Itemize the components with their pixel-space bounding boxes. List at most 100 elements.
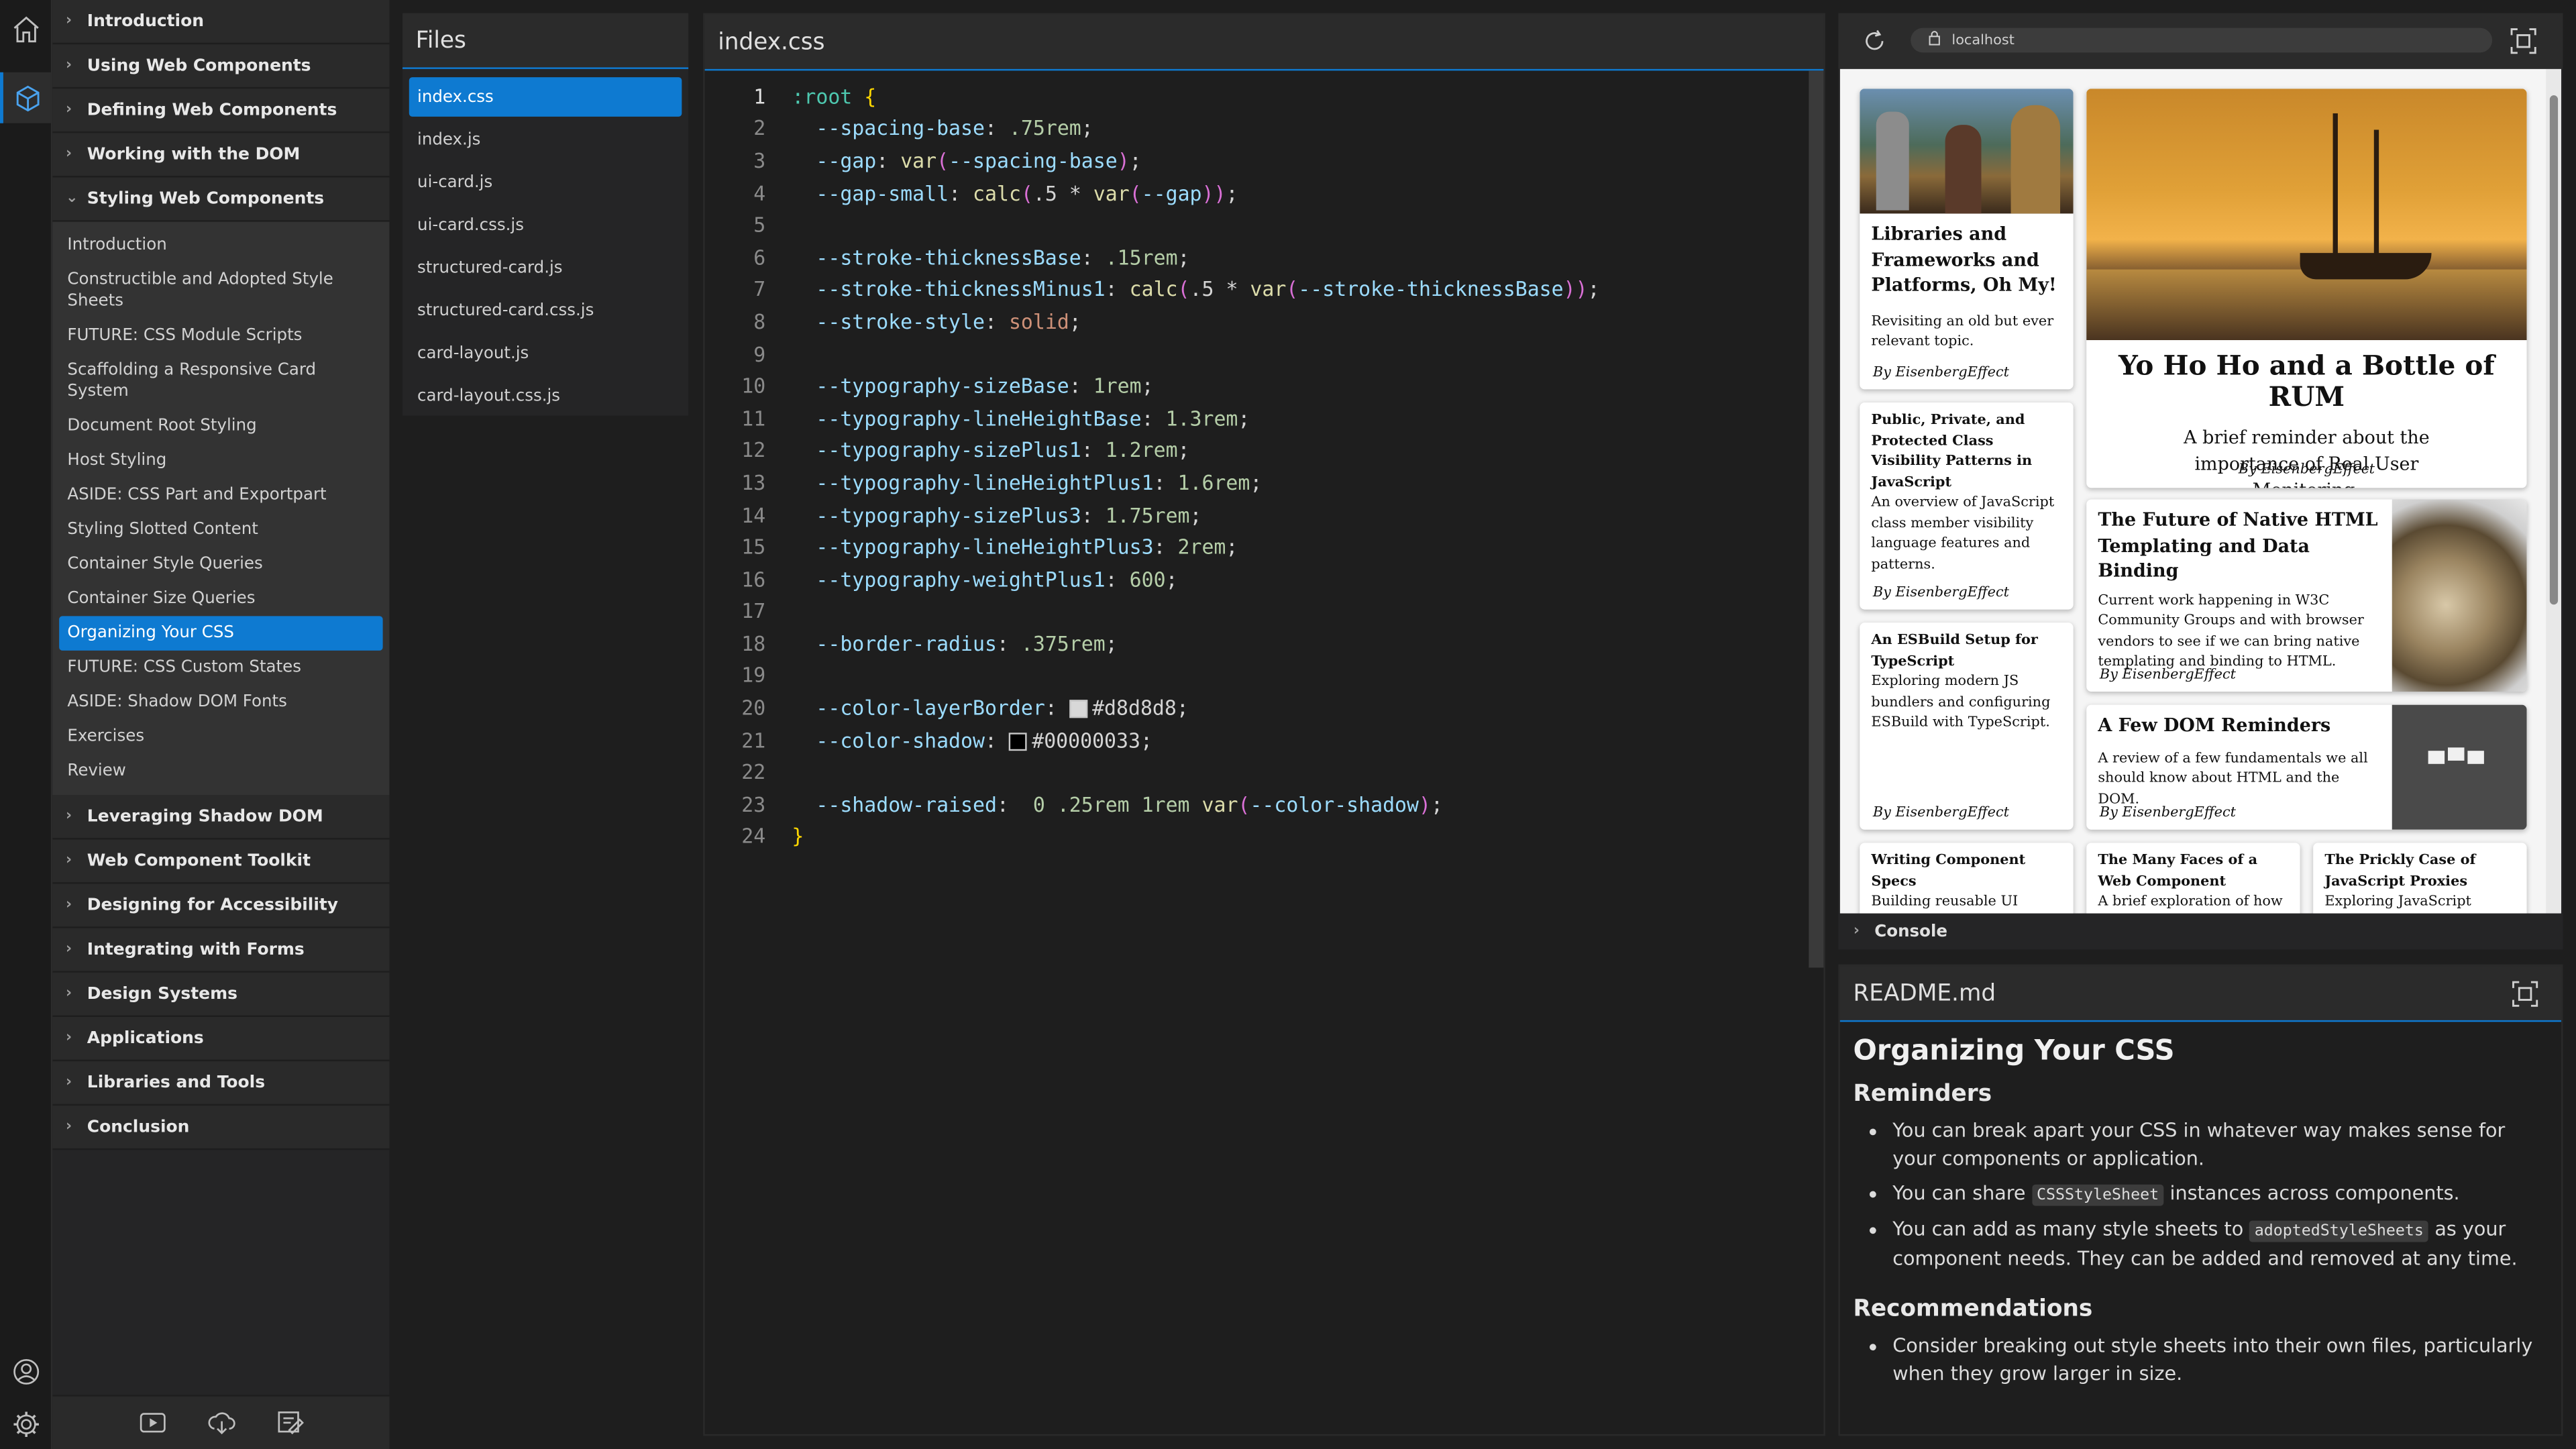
file-item[interactable]: structured-card.css.js bbox=[409, 290, 682, 330]
toc-subitem[interactable]: ASIDE: Shadow DOM Fonts bbox=[59, 685, 382, 719]
url-input[interactable]: localhost bbox=[1911, 28, 2493, 53]
editor-scrollbar[interactable] bbox=[1809, 70, 1824, 968]
toc-subitem[interactable]: Document Root Styling bbox=[59, 409, 382, 443]
toc-section[interactable]: › Conclusion bbox=[52, 1106, 390, 1150]
toc-section[interactable]: ⌄ Styling Web Components bbox=[52, 177, 390, 222]
console-toggle[interactable]: › Console bbox=[1838, 913, 2563, 950]
code-line[interactable]: 16 --typography-weightPlus1: 600; bbox=[705, 564, 1806, 596]
article-card[interactable]: An ESBuild Setup for TypeScript Explorin… bbox=[1860, 623, 2074, 830]
article-card[interactable]: Public, Private, and Protected Class Vis… bbox=[1860, 402, 2074, 610]
chevron-right-icon: › bbox=[65, 1030, 72, 1047]
file-item[interactable]: ui-card.css.js bbox=[409, 205, 682, 245]
fullscreen-icon[interactable] bbox=[2509, 26, 2538, 62]
toc-subitem[interactable]: Review bbox=[59, 754, 382, 788]
code-line[interactable]: 4 --gap-small: calc(.5 * var(--gap)); bbox=[705, 177, 1806, 209]
code-line[interactable]: 21 --color-shadow: #00000033; bbox=[705, 724, 1806, 757]
code-line[interactable]: 22 bbox=[705, 757, 1806, 789]
code-line[interactable]: 2 --spacing-base: .75rem; bbox=[705, 113, 1806, 145]
code-line[interactable]: 9 bbox=[705, 338, 1806, 370]
code-line[interactable]: 19 bbox=[705, 660, 1806, 692]
file-item[interactable]: ui-card.js bbox=[409, 162, 682, 202]
toc-subitem[interactable]: Organizing Your CSS bbox=[59, 616, 383, 651]
toc-section[interactable]: › Using Web Components bbox=[52, 44, 390, 89]
line-number: 18 bbox=[741, 632, 766, 655]
toc-section[interactable]: › Working with the DOM bbox=[52, 133, 390, 178]
toc-section[interactable]: › Design Systems bbox=[52, 972, 390, 1017]
refresh-icon[interactable] bbox=[1862, 28, 1888, 61]
preview-scrollbar[interactable] bbox=[2546, 68, 2561, 914]
toc-subitem[interactable]: Container Style Queries bbox=[59, 547, 382, 582]
code-line[interactable]: 6 --stroke-thicknessBase: .15rem; bbox=[705, 241, 1806, 274]
code-line[interactable]: 5 bbox=[705, 209, 1806, 241]
cloud-download-icon[interactable] bbox=[205, 1406, 237, 1439]
code-line[interactable]: 23 --shadow-raised: 0 .25rem 1rem var(--… bbox=[705, 789, 1806, 821]
user-icon[interactable] bbox=[0, 1346, 51, 1397]
chevron-right-icon: › bbox=[65, 57, 72, 74]
article-card[interactable]: Writing Component Specs Building reusabl… bbox=[1860, 843, 2074, 914]
readme-content: Organizing Your CSS Reminders You can br… bbox=[1840, 1035, 2561, 1389]
code-line[interactable]: 18 --border-radius: .375rem; bbox=[705, 628, 1806, 660]
file-item[interactable]: index.css bbox=[409, 77, 682, 117]
file-item[interactable]: structured-card.js bbox=[409, 248, 682, 288]
cube-icon[interactable] bbox=[0, 72, 51, 123]
article-card[interactable]: The Future of Native HTML Templating and… bbox=[2086, 499, 2527, 692]
code-line[interactable]: 17 bbox=[705, 596, 1806, 628]
toc-section[interactable]: › Designing for Accessibility bbox=[52, 883, 390, 928]
code-line[interactable]: 12 --typography-sizePlus1: 1.2rem; bbox=[705, 435, 1806, 467]
preview-webpage[interactable]: Libraries and Frameworks and Platforms, … bbox=[1839, 68, 2546, 914]
toc-section[interactable]: › Leveraging Shadow DOM bbox=[52, 795, 390, 840]
toc-section[interactable]: › Applications bbox=[52, 1016, 390, 1062]
file-item[interactable]: card-layout.css.js bbox=[409, 376, 682, 416]
code-line[interactable]: 24} bbox=[705, 821, 1806, 853]
edit-note-icon[interactable] bbox=[274, 1406, 307, 1439]
url-text: localhost bbox=[1951, 32, 2015, 49]
pocket-watch-image bbox=[2392, 499, 2527, 692]
code-line[interactable]: 13 --typography-lineHeightPlus1: 1.6rem; bbox=[705, 467, 1806, 499]
article-card[interactable]: The Many Faces of a Web Component A brie… bbox=[2086, 843, 2300, 914]
card-byline: By EisenbergEffect bbox=[2099, 667, 2236, 684]
chevron-right-icon: › bbox=[65, 985, 72, 1002]
toc-section[interactable]: › Introduction bbox=[52, 0, 390, 45]
code-line[interactable]: 10 --typography-sizeBase: 1rem; bbox=[705, 370, 1806, 402]
gear-icon[interactable] bbox=[0, 1398, 51, 1449]
recommendations-heading: Recommendations bbox=[1853, 1296, 2093, 1323]
article-card[interactable]: A Few DOM Reminders A review of a few fu… bbox=[2086, 704, 2527, 830]
toc-section[interactable]: › Defining Web Components bbox=[52, 89, 390, 133]
code-line[interactable]: 14 --typography-sizePlus3: 1.75rem; bbox=[705, 499, 1806, 531]
video-icon[interactable] bbox=[136, 1406, 168, 1439]
toc-subitem[interactable]: Host Styling bbox=[59, 443, 382, 478]
toc-section[interactable]: › Integrating with Forms bbox=[52, 928, 390, 973]
toc-section[interactable]: › Libraries and Tools bbox=[52, 1061, 390, 1106]
toc-section[interactable]: › Web Component Toolkit bbox=[52, 839, 390, 884]
toc-subitem[interactable]: Exercises bbox=[59, 720, 382, 754]
app-window: › Introduction › Using Web Components › Defin… bbox=[0, 0, 2576, 1449]
reminder-text: You can share bbox=[1892, 1181, 2032, 1205]
toc-subitem[interactable]: FUTURE: CSS Module Scripts bbox=[59, 319, 382, 353]
article-card[interactable]: The Prickly Case of JavaScript Proxies E… bbox=[2313, 843, 2527, 914]
file-item[interactable]: card-layout.js bbox=[409, 333, 682, 373]
code-text: --gap: var(--spacing-base); bbox=[816, 149, 1142, 173]
fullscreen-icon[interactable] bbox=[2510, 979, 2540, 1016]
toc-subitem[interactable]: Introduction bbox=[59, 228, 382, 262]
code-line[interactable]: 7 --stroke-thicknessMinus1: calc(.5 * va… bbox=[705, 274, 1806, 306]
toc-subitem[interactable]: FUTURE: CSS Custom States bbox=[59, 651, 382, 685]
code-text: } bbox=[792, 825, 804, 849]
code-line[interactable]: 8 --stroke-style: solid; bbox=[705, 306, 1806, 338]
code-editor[interactable]: index.css 1:root {2 --spacing-base: .75r… bbox=[703, 13, 1825, 1436]
toc-subitem[interactable]: ASIDE: CSS Part and Exportpart bbox=[59, 478, 382, 513]
code-line[interactable]: 11 --typography-lineHeightBase: 1.3rem; bbox=[705, 402, 1806, 435]
article-card[interactable]: Yo Ho Ho and a Bottle of RUM A brief rem… bbox=[2086, 89, 2527, 488]
toc-subitem[interactable]: Container Size Queries bbox=[59, 582, 382, 616]
code-line[interactable]: 15 --typography-lineHeightPlus3: 2rem; bbox=[705, 531, 1806, 564]
code-line[interactable]: 1:root { bbox=[705, 80, 1806, 113]
toc-subitem[interactable]: Scaffolding a Responsive Card System bbox=[59, 354, 382, 409]
toc-subitem[interactable]: Styling Slotted Content bbox=[59, 513, 382, 547]
article-card[interactable]: Libraries and Frameworks and Platforms, … bbox=[1860, 89, 2074, 390]
code-line[interactable]: 3 --gap: var(--spacing-base); bbox=[705, 145, 1806, 177]
file-item[interactable]: index.js bbox=[409, 120, 682, 160]
inline-code: adoptedStyleSheets bbox=[2249, 1220, 2429, 1242]
home-icon[interactable] bbox=[0, 3, 51, 54]
toc-subitem[interactable]: Constructible and Adopted Style Sheets bbox=[59, 263, 382, 319]
line-number: 14 bbox=[741, 503, 766, 527]
code-line[interactable]: 20 --color-layerBorder: #d8d8d8; bbox=[705, 692, 1806, 724]
